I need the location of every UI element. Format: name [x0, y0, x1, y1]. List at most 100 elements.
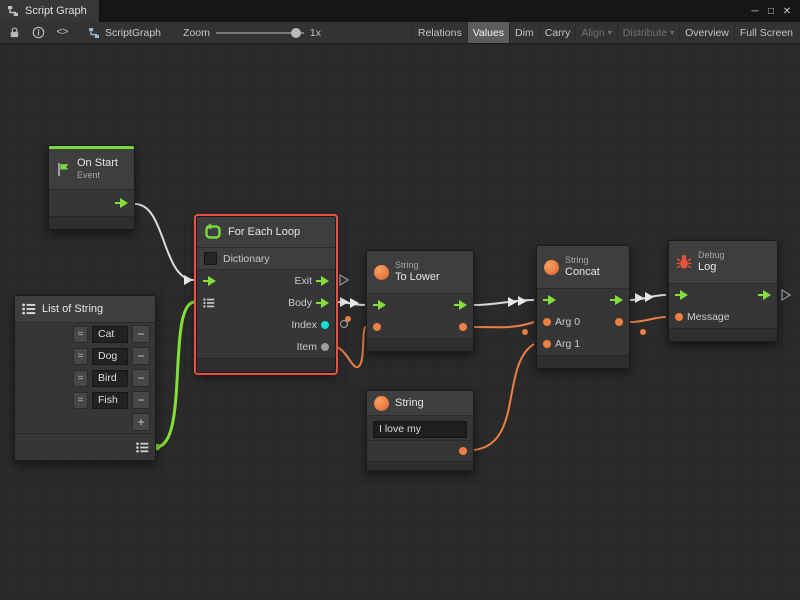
- node-footer: [537, 355, 629, 368]
- exit-port-label: Exit: [294, 275, 312, 287]
- list-item-field[interactable]: Bird: [92, 370, 128, 387]
- add-item-button[interactable]: +: [132, 413, 150, 431]
- remove-item-button[interactable]: −: [132, 347, 150, 365]
- drag-handle[interactable]: =: [73, 392, 88, 409]
- remove-item-button[interactable]: −: [132, 325, 150, 343]
- node-header[interactable]: String To Lower: [367, 251, 473, 294]
- string-value-input[interactable]: [373, 421, 467, 438]
- flow-out-port[interactable]: [454, 300, 467, 310]
- flow-in-port[interactable]: [203, 276, 216, 286]
- relations-button[interactable]: Relations: [412, 22, 467, 43]
- graph-name-label: ScriptGraph: [105, 27, 161, 39]
- chevron-down-icon: ▾: [608, 29, 612, 37]
- list-item-field[interactable]: Fish: [92, 392, 128, 409]
- carry-button[interactable]: Carry: [539, 22, 576, 43]
- node-log[interactable]: Debug Log Message: [668, 240, 778, 342]
- value-flow-dot: [522, 329, 528, 335]
- list-item-field[interactable]: Dog: [92, 348, 128, 365]
- exit-unconnected-marker: [340, 275, 348, 285]
- body-port[interactable]: [316, 298, 329, 308]
- list-item-row: = Cat −: [15, 323, 155, 345]
- drag-handle[interactable]: =: [73, 326, 88, 343]
- align-button[interactable]: Align ▾: [575, 22, 616, 43]
- node-header[interactable]: List of String: [15, 296, 155, 323]
- body-port-label: Body: [288, 297, 312, 309]
- zoom-slider-knob[interactable]: [291, 28, 301, 38]
- close-button[interactable]: ✕: [779, 6, 795, 17]
- node-header[interactable]: For Each Loop: [197, 217, 335, 248]
- flow-out-port[interactable]: [115, 198, 128, 208]
- title-bar: Script Graph ─ □ ✕: [0, 0, 800, 22]
- graph-tab[interactable]: Script Graph: [0, 0, 100, 22]
- graph-name[interactable]: ScriptGraph: [88, 27, 161, 39]
- lock-icon[interactable]: [2, 22, 26, 43]
- node-category: String: [395, 260, 440, 271]
- item-port[interactable]: [321, 343, 329, 351]
- wire-item-to-tolower: [332, 327, 366, 367]
- info-icon[interactable]: [26, 22, 50, 43]
- toolbar-buttons: Relations Values Dim Carry Align ▾ Distr…: [412, 22, 798, 43]
- list-in-port[interactable]: [203, 298, 215, 308]
- wire-tolower-to-arg0: [474, 322, 534, 327]
- list-item-row: = Fish −: [15, 389, 155, 411]
- node-title: Log: [698, 261, 725, 274]
- minimize-button[interactable]: ─: [747, 6, 763, 17]
- node-header[interactable]: String Concat: [537, 246, 629, 289]
- zoom-value: 1x: [310, 27, 321, 39]
- flow-arrowhead: [635, 293, 644, 303]
- node-concat[interactable]: String Concat Arg 0 Arg 1: [536, 245, 630, 369]
- node-title: On Start: [77, 157, 118, 170]
- arg0-port[interactable]: [543, 318, 551, 326]
- message-port[interactable]: [675, 313, 683, 321]
- graph-canvas[interactable]: On Start Event List of String =: [0, 44, 800, 600]
- node-header[interactable]: String: [367, 391, 473, 416]
- remove-item-button[interactable]: −: [132, 391, 150, 409]
- flow-in-port[interactable]: [675, 290, 688, 300]
- drag-handle[interactable]: =: [73, 348, 88, 365]
- node-for-each-loop[interactable]: For Each Loop Dictionary Exit: [196, 216, 336, 373]
- window-title: Script Graph: [25, 5, 87, 17]
- flow-in-port[interactable]: [373, 300, 386, 310]
- script-graph-icon: [88, 27, 100, 39]
- string-out-port[interactable]: [459, 447, 467, 455]
- node-to-lower[interactable]: String To Lower: [366, 250, 474, 352]
- wire-literal-to-arg1: [474, 344, 534, 450]
- remove-item-button[interactable]: −: [132, 369, 150, 387]
- zoom-control: Zoom 1x: [183, 27, 321, 39]
- distribute-button[interactable]: Distribute ▾: [617, 22, 679, 43]
- arg1-label: Arg 1: [555, 338, 580, 350]
- flow-arrowhead: [645, 292, 654, 302]
- overview-button[interactable]: Overview: [679, 22, 734, 43]
- node-on-start[interactable]: On Start Event: [48, 145, 135, 230]
- node-string-literal[interactable]: String: [366, 390, 474, 471]
- wire-concat-to-log: [630, 295, 666, 300]
- code-view-icon[interactable]: <>: [50, 22, 74, 43]
- string-in-port[interactable]: [373, 323, 381, 331]
- node-header[interactable]: On Start Event: [49, 149, 134, 190]
- node-list-of-string[interactable]: List of String = Cat − = Dog − = Bird − …: [14, 295, 156, 461]
- maximize-button[interactable]: □: [763, 6, 779, 17]
- zoom-slider[interactable]: [216, 32, 304, 34]
- values-button[interactable]: Values: [467, 22, 509, 43]
- flow-out-port[interactable]: [610, 295, 623, 305]
- list-item-field[interactable]: Cat: [92, 326, 128, 343]
- wire-concat-to-message: [630, 317, 666, 322]
- string-out-port[interactable]: [459, 323, 467, 331]
- string-type-icon: [544, 260, 559, 275]
- flow-arrowhead: [184, 275, 193, 285]
- flow-out-port[interactable]: [758, 290, 771, 300]
- string-type-icon: [374, 396, 389, 411]
- wire-onstart-to-foreach: [135, 204, 194, 280]
- result-out-port[interactable]: [615, 318, 623, 326]
- item-port-label: Item: [297, 341, 317, 353]
- flow-in-port[interactable]: [543, 295, 556, 305]
- index-port[interactable]: [321, 321, 329, 329]
- node-header[interactable]: Debug Log: [669, 241, 777, 284]
- list-output-port[interactable]: [136, 442, 149, 453]
- exit-port[interactable]: [316, 276, 329, 286]
- drag-handle[interactable]: =: [73, 370, 88, 387]
- fullscreen-button[interactable]: Full Screen: [734, 22, 798, 43]
- arg1-port[interactable]: [543, 340, 551, 348]
- dictionary-checkbox[interactable]: [204, 252, 217, 265]
- dim-button[interactable]: Dim: [509, 22, 539, 43]
